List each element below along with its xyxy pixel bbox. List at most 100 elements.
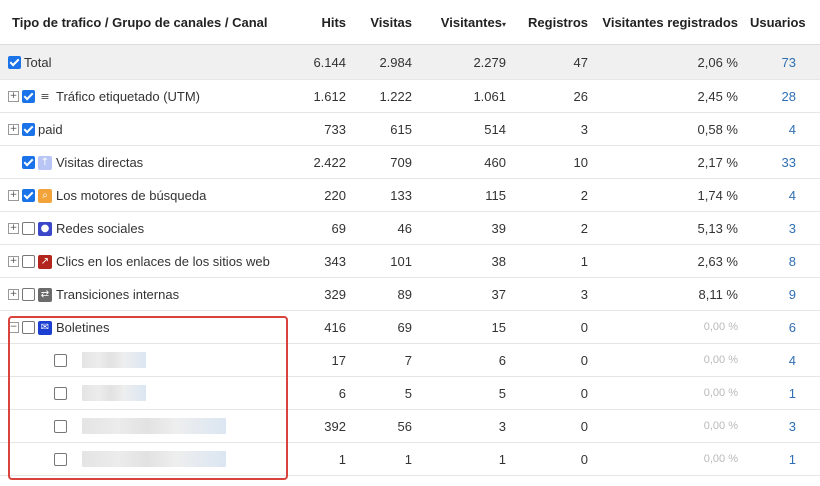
cell-users[interactable]: 4 <box>744 112 820 146</box>
cell-registered-visitors: 5,13 % <box>594 211 744 245</box>
cell-visitors: 514 <box>418 112 512 146</box>
search-icon: ⌕ <box>38 188 52 203</box>
cell-visits: 89 <box>352 277 418 311</box>
cell-registered-visitors: 2,06 % <box>594 44 744 80</box>
row-name-cell: + paid <box>0 112 290 146</box>
cell-users[interactable]: 28 <box>744 79 820 113</box>
cell-users[interactable]: 3 <box>744 211 820 245</box>
expand-toggle-icon[interactable]: − <box>8 322 19 334</box>
row-checkbox[interactable] <box>54 452 67 466</box>
row-label[interactable]: paid <box>38 122 63 137</box>
cell-registrations: 0 <box>512 310 594 344</box>
cell-hits: 6.144 <box>290 44 352 80</box>
table-row: + ● Redes sociales 69 46 39 2 5,13 % 3 <box>0 211 820 245</box>
row-checkbox[interactable] <box>22 321 35 335</box>
cell-hits: 343 <box>290 244 352 278</box>
row-checkbox[interactable] <box>54 419 67 433</box>
table-row: ↑ Visitas directas 2.422 709 460 10 2,17 % 33 <box>0 145 820 179</box>
cell-users[interactable]: 4 <box>744 178 820 212</box>
cell-visitors: 15 <box>418 310 512 344</box>
expand-toggle-icon[interactable]: + <box>8 289 19 301</box>
cell-users[interactable]: 9 <box>744 277 820 311</box>
external-link-icon: ↗ <box>38 254 52 269</box>
cell-hits: 2.422 <box>290 145 352 179</box>
row-checkbox[interactable] <box>22 156 35 170</box>
col-header-registrations[interactable]: Registros <box>512 0 594 45</box>
col-header-visitors[interactable]: Visitantes▾ <box>418 0 512 45</box>
row-name-cell: + ● Redes sociales <box>0 211 290 245</box>
row-label[interactable]: Clics en los enlaces de los sitios web <box>56 254 270 269</box>
cell-registrations: 2 <box>512 211 594 245</box>
arrow-up-icon: ↑ <box>38 155 52 170</box>
cell-users[interactable]: 1 <box>744 376 820 410</box>
cell-visitors: 37 <box>418 277 512 311</box>
cell-users[interactable]: 73 <box>744 44 820 80</box>
redacted-channel-name <box>82 451 226 468</box>
cell-visits: 69 <box>352 310 418 344</box>
cell-registered-visitors: 2,45 % <box>594 79 744 113</box>
row-name-cell: − ✉ Boletines <box>0 310 290 344</box>
redacted-channel-name <box>82 418 226 435</box>
cell-registered-visitors: 0,00 % <box>594 409 744 443</box>
table-row: + ↗ Clics en los enlaces de los sitios web… <box>0 244 820 278</box>
col-header-hits[interactable]: Hits <box>290 0 352 45</box>
table-row: Total 6.144 2.984 2.279 47 2,06 % 73 <box>0 44 820 80</box>
expand-toggle-icon[interactable]: + <box>8 124 19 136</box>
table-row: + paid 733 615 514 3 0,58 % 4 <box>0 112 820 146</box>
row-label[interactable]: Total <box>24 55 51 70</box>
cell-visitors: 39 <box>418 211 512 245</box>
cell-registrations: 0 <box>512 442 594 476</box>
row-name-cell <box>0 343 290 377</box>
cell-visits: 2.984 <box>352 44 418 80</box>
cell-hits: 17 <box>290 343 352 377</box>
cell-hits: 6 <box>290 376 352 410</box>
expand-toggle-icon[interactable]: + <box>8 256 19 268</box>
cell-registered-visitors: 2,17 % <box>594 145 744 179</box>
row-checkbox[interactable] <box>22 90 35 104</box>
mail-icon: ✉ <box>38 320 52 335</box>
cell-users[interactable]: 3 <box>744 409 820 443</box>
row-label[interactable]: Visitas directas <box>56 155 143 170</box>
row-checkbox[interactable] <box>22 288 35 302</box>
cell-registered-visitors: 1,74 % <box>594 178 744 212</box>
row-checkbox[interactable] <box>54 353 67 367</box>
table-row: 17 7 6 0 0,00 % 4 <box>0 343 820 377</box>
row-checkbox[interactable] <box>22 123 35 137</box>
cell-registered-visitors: 0,58 % <box>594 112 744 146</box>
col-header-name[interactable]: Tipo de trafico / Grupo de canales / Can… <box>0 0 290 45</box>
row-label[interactable]: Redes sociales <box>56 221 144 236</box>
row-name-cell: + ≡ Tráfico etiquetado (UTM) <box>0 79 290 113</box>
cell-users[interactable]: 4 <box>744 343 820 377</box>
cell-users[interactable]: 6 <box>744 310 820 344</box>
row-checkbox[interactable] <box>22 222 35 236</box>
row-label[interactable]: Transiciones internas <box>56 287 179 302</box>
row-checkbox[interactable] <box>8 56 21 70</box>
cell-registrations: 47 <box>512 44 594 80</box>
cell-users[interactable]: 1 <box>744 442 820 476</box>
row-label[interactable]: Los motores de búsqueda <box>56 188 206 203</box>
cell-visits: 7 <box>352 343 418 377</box>
cell-visits: 709 <box>352 145 418 179</box>
col-header-visits[interactable]: Visitas <box>352 0 418 45</box>
cell-users[interactable]: 33 <box>744 145 820 179</box>
row-checkbox[interactable] <box>54 386 67 400</box>
cell-visitors: 2.279 <box>418 44 512 80</box>
traffic-table: Tipo de trafico / Grupo de canales / Can… <box>0 0 820 476</box>
row-checkbox[interactable] <box>22 255 35 269</box>
expand-toggle-icon[interactable]: + <box>8 91 19 103</box>
cell-hits: 1 <box>290 442 352 476</box>
row-label[interactable]: Tráfico etiquetado (UTM) <box>56 89 200 104</box>
col-header-users[interactable]: Usuarios <box>744 0 820 45</box>
cell-users[interactable]: 8 <box>744 244 820 278</box>
row-label[interactable]: Boletines <box>56 320 109 335</box>
col-header-registered-visitors[interactable]: Visitantes registrados <box>594 0 744 45</box>
cell-visitors: 1 <box>418 442 512 476</box>
expand-toggle-icon[interactable]: + <box>8 190 19 202</box>
expand-toggle-icon[interactable]: + <box>8 223 19 235</box>
cell-hits: 416 <box>290 310 352 344</box>
cell-hits: 69 <box>290 211 352 245</box>
cell-registered-visitors: 2,63 % <box>594 244 744 278</box>
cell-visits: 5 <box>352 376 418 410</box>
row-checkbox[interactable] <box>22 189 35 203</box>
table-header-row: Tipo de trafico / Grupo de canales / Can… <box>0 0 820 45</box>
